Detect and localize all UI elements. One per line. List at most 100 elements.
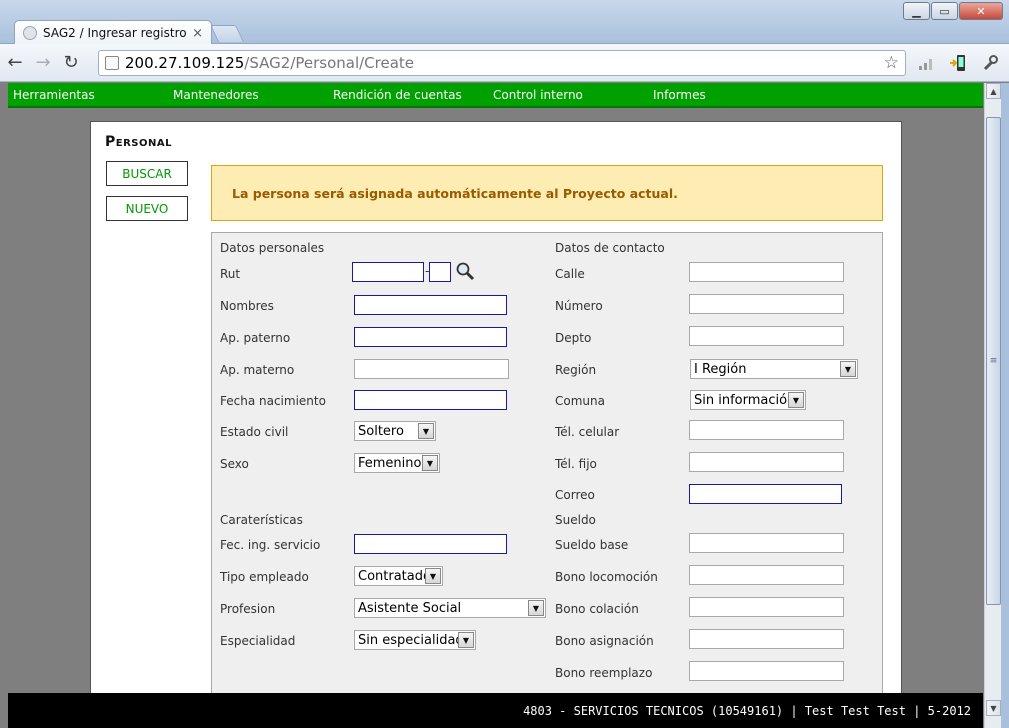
- comuna-select[interactable]: Sin información ▼: [690, 390, 806, 410]
- fec-ing-servicio-field[interactable]: [354, 534, 507, 554]
- fecha-nacimiento-field[interactable]: [354, 390, 507, 410]
- url-path: /SAG2/Personal/Create: [244, 54, 415, 72]
- forward-arrow-icon[interactable]: →: [30, 50, 56, 76]
- ap-paterno-label: Ap. paterno: [220, 331, 291, 345]
- wrench-icon[interactable]: [979, 52, 1001, 74]
- window-frame-right: [1001, 83, 1009, 728]
- nuevo-button[interactable]: NUEVO: [106, 196, 188, 221]
- page-icon: [105, 56, 119, 70]
- mobile-sync-icon[interactable]: [947, 52, 969, 74]
- bono-locomocion-label: Bono locomoción: [555, 570, 658, 584]
- minimize-button[interactable]: ▁: [903, 2, 930, 20]
- bono-asignacion-label: Bono asignación: [555, 634, 654, 648]
- ap-materno-field[interactable]: [354, 359, 509, 379]
- browser-titlebar: SAG2 / Ingresar registro × ▁ ▭ ✕: [0, 0, 1009, 45]
- numero-field[interactable]: [689, 294, 844, 314]
- bono-reemplazo-label: Bono reemplazo: [555, 666, 653, 680]
- browser-toolbar: ← → ↻ 200.27.109.125/SAG2/Personal/Creat…: [0, 44, 1009, 82]
- scroll-up-arrow-icon[interactable]: ▲: [986, 83, 1001, 99]
- fecha-nacimiento-label: Fecha nacimiento: [220, 394, 326, 408]
- especialidad-select[interactable]: Sin especialidad ▼: [354, 630, 476, 650]
- signal-bars-icon[interactable]: [915, 52, 937, 74]
- bono-colacion-field[interactable]: [689, 597, 844, 617]
- tab-close-icon[interactable]: ×: [192, 26, 203, 41]
- menu-control-interno[interactable]: Control interno: [493, 88, 583, 102]
- address-bar[interactable]: 200.27.109.125/SAG2/Personal/Create ☆: [98, 50, 906, 76]
- bono-locomocion-field[interactable]: [689, 565, 844, 585]
- scroll-down-arrow-icon[interactable]: ▼: [986, 700, 1001, 716]
- estado-civil-value: Soltero: [358, 423, 404, 439]
- menu-herramientas[interactable]: Herramientas: [13, 88, 95, 102]
- url-host: 200.27.109.125: [125, 54, 245, 72]
- page-viewport: Herramientas Mantenedores Rendición de c…: [8, 83, 983, 728]
- bookmark-star-icon[interactable]: ☆: [884, 53, 899, 73]
- content-sheet: Personal BUSCAR NUEVO La persona será as…: [90, 121, 902, 722]
- chevron-down-icon[interactable]: ▼: [840, 361, 856, 377]
- region-label: Región: [555, 363, 597, 377]
- tipo-empleado-select[interactable]: Contratado ▼: [354, 566, 443, 586]
- info-notice: La persona será asignada automáticamente…: [211, 165, 883, 221]
- rut-dv-field[interactable]: [429, 262, 451, 282]
- estado-civil-select[interactable]: Soltero ▼: [354, 421, 436, 441]
- estado-civil-label: Estado civil: [220, 425, 289, 439]
- tel-fijo-field[interactable]: [689, 452, 844, 472]
- bono-asignacion-field[interactable]: [689, 629, 844, 649]
- profesion-select[interactable]: Asistente Social ▼: [354, 598, 546, 618]
- sexo-select[interactable]: Femenino ▼: [354, 453, 440, 473]
- chevron-down-icon[interactable]: ▼: [425, 568, 441, 584]
- region-value: I Región: [694, 361, 747, 377]
- reload-icon[interactable]: ↻: [58, 50, 84, 76]
- ap-paterno-field[interactable]: [354, 327, 507, 347]
- vertical-scrollbar[interactable]: ▲ ≡ ▼: [984, 83, 1001, 728]
- ap-materno-label: Ap. materno: [220, 363, 295, 377]
- footer-status-text: 4803 - SERVICIOS TECNICOS (10549161) | T…: [523, 703, 971, 718]
- tel-celular-field[interactable]: [689, 420, 844, 440]
- chevron-down-icon[interactable]: ▼: [528, 600, 544, 616]
- calle-label: Calle: [555, 267, 585, 281]
- close-window-button[interactable]: ✕: [959, 2, 1003, 20]
- search-icon[interactable]: [455, 261, 475, 281]
- comuna-value: Sin información: [694, 392, 796, 408]
- especialidad-label: Especialidad: [220, 634, 296, 648]
- menu-mantenedores[interactable]: Mantenedores: [173, 88, 259, 102]
- bono-reemplazo-field[interactable]: [689, 661, 844, 681]
- chevron-down-icon[interactable]: ▼: [788, 392, 804, 408]
- sueldo-base-field[interactable]: [689, 533, 844, 553]
- personal-form: Datos personales Rut - Nombres Ap. pater…: [211, 232, 883, 722]
- menu-informes[interactable]: Informes: [653, 88, 706, 102]
- buscar-button[interactable]: BUSCAR: [106, 161, 188, 186]
- menu-rendicion-de-cuentas[interactable]: Rendición de cuentas: [333, 88, 462, 102]
- page-title: Personal: [105, 134, 172, 150]
- section-sueldo: Sueldo: [555, 513, 596, 527]
- status-footer: 4803 - SERVICIOS TECNICOS (10549161) | T…: [8, 693, 983, 728]
- scrollbar-thumb[interactable]: ≡: [986, 117, 1001, 605]
- section-datos-contacto: Datos de contacto: [555, 241, 665, 255]
- numero-label: Número: [555, 299, 603, 313]
- chevron-down-icon[interactable]: ▼: [418, 423, 434, 439]
- correo-field[interactable]: [689, 484, 842, 504]
- especialidad-value: Sin especialidad: [358, 632, 464, 648]
- sexo-value: Femenino: [358, 455, 422, 471]
- browser-tab[interactable]: SAG2 / Ingresar registro ×: [14, 20, 212, 45]
- rut-field[interactable]: [352, 262, 424, 282]
- sueldo-base-label: Sueldo base: [555, 538, 629, 552]
- tipo-empleado-value: Contratado: [358, 568, 431, 584]
- region-select[interactable]: I Región ▼: [690, 359, 858, 379]
- back-arrow-icon[interactable]: ←: [2, 50, 28, 76]
- sexo-label: Sexo: [220, 457, 249, 471]
- new-tab-button[interactable]: [210, 25, 244, 42]
- nombres-field[interactable]: [354, 295, 507, 315]
- correo-label: Correo: [555, 488, 595, 502]
- depto-field[interactable]: [689, 326, 844, 346]
- maximize-button[interactable]: ▭: [931, 2, 958, 20]
- main-menu-bar: Herramientas Mantenedores Rendición de c…: [8, 83, 983, 108]
- chevron-down-icon[interactable]: ▼: [458, 632, 474, 648]
- calle-field[interactable]: [689, 262, 844, 282]
- tel-celular-label: Tél. celular: [555, 425, 620, 439]
- section-datos-personales: Datos personales: [220, 241, 325, 255]
- tipo-empleado-label: Tipo empleado: [220, 570, 309, 584]
- rut-label: Rut: [220, 267, 241, 281]
- fec-ing-servicio-label: Fec. ing. servicio: [220, 538, 321, 552]
- bono-colacion-label: Bono colación: [555, 602, 639, 616]
- chevron-down-icon[interactable]: ▼: [422, 455, 438, 471]
